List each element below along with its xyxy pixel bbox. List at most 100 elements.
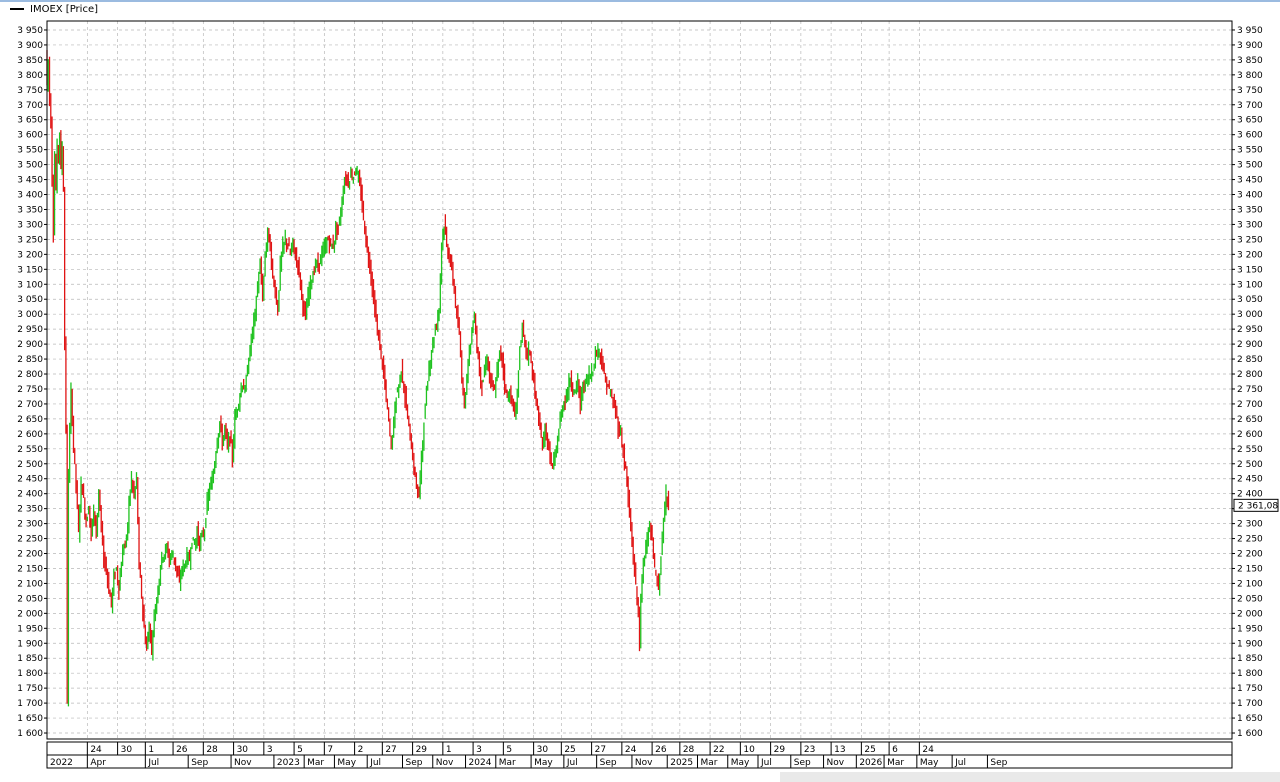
x-day-label: 25 [864,745,875,755]
y-tick-label-right: 2 600 [1237,430,1263,440]
y-tick-label-right: 2 200 [1237,550,1263,560]
y-tick-label-right: 2 250 [1237,535,1263,545]
y-tick-label-right: 3 550 [1237,146,1263,156]
x-month-label: Sep [600,758,617,768]
x-month-label: May [731,758,750,768]
y-tick-label-right: 3 450 [1237,176,1263,186]
x-month-label: Nov [436,758,454,768]
y-tick-label-left: 1 900 [17,639,43,649]
y-tick-label-left: 3 450 [17,176,43,186]
y-tick-label-left: 3 600 [17,131,43,141]
y-tick-label-right: 3 600 [1237,131,1263,141]
y-tick-label-right: 3 800 [1237,71,1263,81]
y-tick-label-right: 3 250 [1237,235,1263,245]
x-day-label: 27 [385,745,396,755]
y-tick-label-left: 3 950 [17,26,43,36]
y-tick-label-left: 3 050 [17,295,43,305]
x-month-label: Jul [760,758,772,768]
x-day-label: 27 [595,745,606,755]
y-tick-label-left: 1 650 [17,714,43,724]
x-day-label: 29 [416,745,428,755]
y-tick-label-right: 3 850 [1237,56,1263,66]
x-day-label: 24 [625,745,637,755]
x-month-label: Nov [635,758,653,768]
y-tick-label-left: 2 450 [17,475,43,485]
y-tick-label-left: 2 050 [17,594,43,604]
x-month-label: Apr [90,758,106,768]
y-tick-label-left: 1 950 [17,624,43,634]
y-tick-label-right: 1 850 [1237,654,1263,664]
y-tick-label-right: 2 850 [1237,355,1263,365]
x-day-label: 3 [267,745,273,755]
x-month-label: Nov [827,758,845,768]
x-day-label: 26 [176,745,188,755]
y-tick-label-left: 3 900 [17,41,43,51]
y-tick-label-left: 3 100 [17,280,43,290]
y-tick-label-left: 2 550 [17,445,43,455]
x-day-label: 1 [148,745,154,755]
y-tick-label-left: 3 700 [17,101,43,111]
x-month-label: Sep [406,758,423,768]
y-tick-label-left: 2 750 [17,385,43,395]
y-tick-label-right: 2 900 [1237,340,1263,350]
y-tick-label-left: 3 550 [17,146,43,156]
y-tick-label-left: 3 750 [17,86,43,96]
y-tick-label-left: 3 400 [17,191,43,201]
y-tick-label-left: 3 300 [17,220,43,230]
y-tick-label-left: 2 400 [17,490,43,500]
last-price-box: 2 361,08 [1233,498,1279,512]
x-month-label: Jul [566,758,578,768]
x-day-label: 28 [206,745,218,755]
y-tick-label-left: 2 500 [17,460,43,470]
x-day-label: 29 [774,745,786,755]
x-day-label: 24 [90,745,102,755]
x-month-label: May [337,758,356,768]
x-day-label: 30 [537,745,549,755]
x-month-label: Mar [887,758,904,768]
y-tick-label-right: 2 400 [1237,490,1263,500]
y-tick-label-left: 3 850 [17,56,43,66]
x-day-label: 7 [327,745,333,755]
y-tick-label-left: 3 350 [17,205,43,215]
x-day-label: 23 [804,745,815,755]
y-tick-label-left: 1 850 [17,654,43,664]
y-tick-label-left: 3 200 [17,250,43,260]
y-tick-label-left: 2 800 [17,370,43,380]
y-tick-label-right: 2 650 [1237,415,1263,425]
y-tick-label-right: 1 600 [1237,729,1263,739]
y-tick-label-right: 3 650 [1237,116,1263,126]
y-tick-label-left: 2 100 [17,579,43,589]
x-day-label: 2 [358,745,364,755]
y-tick-label-left: 2 150 [17,564,43,574]
x-day-label: 24 [922,745,934,755]
y-tick-label-right: 2 150 [1237,564,1263,574]
y-tick-label-right: 3 350 [1237,205,1263,215]
y-axis-right: 1 600 1 650 1 700 1 750 1 800 1 850 1 900 1 950… [1232,26,1263,739]
y-axis-left: 1 600 1 650 1 700 1 750 1 800 1 850 1 900 1 950… [17,26,47,739]
x-day-label: 3 [476,745,482,755]
y-tick-label-right: 2 300 [1237,520,1263,530]
price-series [46,50,670,707]
x-month-label: 2026 [859,758,882,768]
price-chart: 1 600 1 650 1 700 1 750 1 800 1 850 1 900 1 950… [17,20,1279,769]
y-tick-label-right: 1 950 [1237,624,1263,634]
x-month-label: Jul [369,758,381,768]
y-tick-label-right: 3 050 [1237,295,1263,305]
y-tick-label-right: 3 400 [1237,191,1263,201]
y-tick-label-left: 1 600 [17,729,43,739]
x-month-label: 2022 [50,758,73,768]
y-tick-label-left: 3 250 [17,235,43,245]
y-tick-label-left: 2 900 [17,340,43,350]
x-day-label: 25 [564,745,575,755]
x-day-label: 26 [655,745,667,755]
x-month-label: Jul [954,758,966,768]
y-tick-label-right: 3 000 [1237,310,1263,320]
y-tick-label-left: 3 500 [17,161,43,171]
x-month-label: Sep [990,758,1007,768]
y-tick-label-right: 3 900 [1237,41,1263,51]
y-tick-label-right: 1 800 [1237,669,1263,679]
y-tick-label-left: 1 800 [17,669,43,679]
horizontal-scrollbar[interactable] [780,772,1280,782]
y-tick-label-right: 2 800 [1237,370,1263,380]
y-tick-label-right: 3 750 [1237,86,1263,96]
